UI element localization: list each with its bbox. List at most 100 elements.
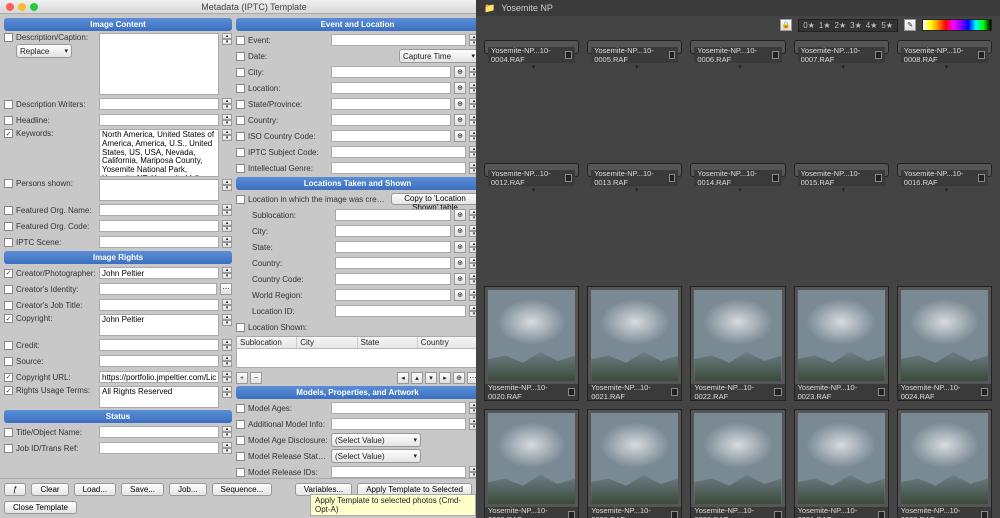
- copyright-url-input[interactable]: [99, 371, 219, 383]
- rating-filter[interactable]: 0★1★2★3★4★5★: [798, 19, 898, 32]
- country-input[interactable]: [331, 114, 451, 126]
- remove-row[interactable]: −: [250, 372, 262, 384]
- credit-input[interactable]: [99, 339, 219, 351]
- location-shown-table[interactable]: SublocationCityStateCountry: [236, 336, 476, 368]
- intellectual-genre-input[interactable]: [331, 162, 466, 174]
- add-row[interactable]: +: [236, 372, 248, 384]
- thumbnail-checkbox[interactable]: [774, 388, 781, 396]
- creators-job-title-input[interactable]: [99, 299, 219, 311]
- save-button[interactable]: Save...: [121, 483, 164, 496]
- thumbnail[interactable]: Yosemite-NP...10-0022.RAF: [690, 286, 785, 401]
- thumbnail-checkbox[interactable]: [669, 51, 676, 59]
- zoom-window[interactable]: [30, 3, 38, 11]
- job-id-input[interactable]: [99, 442, 219, 454]
- job-button[interactable]: Job...: [169, 483, 207, 496]
- sequence-button[interactable]: Sequence...: [212, 483, 273, 496]
- copy-to-location-shown-button[interactable]: Copy to 'Location Shown' table: [391, 193, 476, 205]
- event-input[interactable]: [331, 34, 466, 46]
- thumbnail-checkbox[interactable]: [568, 511, 575, 518]
- thumbnail[interactable]: Yosemite-NP...10-0016.RAF: [897, 163, 992, 177]
- iso-input[interactable]: [331, 130, 451, 142]
- replace-select[interactable]: Replace: [16, 44, 72, 58]
- model-release-status-select[interactable]: (Select Value): [331, 449, 421, 463]
- rights-usage-input[interactable]: [99, 386, 219, 408]
- lock-icon[interactable]: 🔒: [780, 19, 792, 31]
- thumbnail[interactable]: Yosemite-NP...10-0030.RAF: [690, 409, 785, 518]
- flash-button[interactable]: ƒ: [4, 483, 26, 496]
- thumbnail-checkbox[interactable]: [671, 388, 678, 396]
- description-input[interactable]: [99, 33, 219, 95]
- state-input[interactable]: [331, 98, 451, 110]
- thumbnail-checkbox[interactable]: [772, 174, 779, 182]
- world-region-input[interactable]: [335, 289, 451, 301]
- thumbnail[interactable]: Yosemite-NP...10-0007.RAF: [794, 40, 889, 54]
- city2-input[interactable]: [335, 225, 451, 237]
- city-input[interactable]: [331, 66, 451, 78]
- thumbnail[interactable]: Yosemite-NP...10-0032.RAF: [897, 409, 992, 518]
- country2-input[interactable]: [335, 257, 451, 269]
- country-code-input[interactable]: [335, 273, 451, 285]
- close-template-button[interactable]: Close Template: [4, 501, 77, 514]
- model-release-ids-input[interactable]: [331, 466, 466, 478]
- featured-org-name-input[interactable]: [99, 204, 219, 216]
- title-object-input[interactable]: [99, 426, 219, 438]
- creator-input[interactable]: [99, 267, 219, 279]
- thumbnail[interactable]: Yosemite-NP...10-0012.RAF: [484, 163, 579, 177]
- thumbnail-checkbox[interactable]: [878, 388, 885, 396]
- thumbnail-checkbox[interactable]: [981, 388, 988, 396]
- source-input[interactable]: [99, 355, 219, 367]
- thumbnail[interactable]: Yosemite-NP...10-0029.RAF: [587, 409, 682, 518]
- creators-identity-input[interactable]: [99, 283, 217, 295]
- featured-org-code-input[interactable]: [99, 220, 219, 232]
- thumbnail-checkbox[interactable]: [978, 174, 985, 182]
- subfield-button[interactable]: ⋯: [220, 283, 232, 295]
- description-checkbox[interactable]: [4, 33, 13, 42]
- step-down[interactable]: ▾: [222, 39, 232, 45]
- capture-time-select[interactable]: Capture Time: [399, 49, 476, 63]
- additional-model-input[interactable]: [331, 418, 466, 430]
- thumbnail-checkbox[interactable]: [669, 174, 676, 182]
- thumbnail[interactable]: Yosemite-NP...10-0006.RAF: [690, 40, 785, 54]
- thumbnail-checkbox[interactable]: [671, 511, 678, 518]
- checkbox[interactable]: [4, 100, 13, 109]
- iptc-subject-input[interactable]: [331, 146, 466, 158]
- thumbnail[interactable]: Yosemite-NP...10-0031.RAF: [794, 409, 889, 518]
- browser-tab[interactable]: Yosemite NP: [501, 3, 553, 13]
- thumbnail-checkbox[interactable]: [875, 51, 882, 59]
- clear-button[interactable]: Clear: [31, 483, 68, 496]
- thumbnail[interactable]: Yosemite-NP...10-0013.RAF: [587, 163, 682, 177]
- thumbnail-checkbox[interactable]: [878, 511, 885, 518]
- color-label-strip[interactable]: [922, 19, 992, 31]
- iptc-scene-input[interactable]: [99, 236, 219, 248]
- thumbnail-checkbox[interactable]: [774, 511, 781, 518]
- thumbnail[interactable]: Yosemite-NP...10-0023.RAF: [794, 286, 889, 401]
- keywords-input[interactable]: [99, 129, 219, 177]
- thumbnail[interactable]: Yosemite-NP...10-0008.RAF: [897, 40, 992, 54]
- thumbnail[interactable]: Yosemite-NP...10-0020.RAF: [484, 286, 579, 401]
- thumbnail-checkbox[interactable]: [978, 51, 985, 59]
- location-input[interactable]: [331, 82, 451, 94]
- thumbnail-checkbox[interactable]: [565, 174, 572, 182]
- headline-input[interactable]: [99, 114, 219, 126]
- thumbnail[interactable]: Yosemite-NP...10-0015.RAF: [794, 163, 889, 177]
- thumbnail-checkbox[interactable]: [565, 51, 572, 59]
- thumbnail[interactable]: Yosemite-NP...10-0014.RAF: [690, 163, 785, 177]
- checkbox[interactable]: [4, 116, 13, 125]
- close-window[interactable]: [6, 3, 14, 11]
- keywords-checkbox[interactable]: ✓: [4, 129, 13, 138]
- thumbnail-checkbox[interactable]: [772, 51, 779, 59]
- state2-input[interactable]: [335, 241, 451, 253]
- persons-shown-input[interactable]: [99, 179, 219, 201]
- thumbnail[interactable]: Yosemite-NP...10-0004.RAF: [484, 40, 579, 54]
- location-id-input[interactable]: [335, 305, 466, 317]
- thumbnail-checkbox[interactable]: [568, 388, 575, 396]
- sublocation-input[interactable]: [335, 209, 451, 221]
- thumbnail[interactable]: Yosemite-NP...10-0021.RAF: [587, 286, 682, 401]
- model-age-disclosure-select[interactable]: (Select Value): [331, 433, 421, 447]
- thumbnail[interactable]: Yosemite-NP...10-0028.RAF: [484, 409, 579, 518]
- thumbnail[interactable]: Yosemite-NP...10-0005.RAF: [587, 40, 682, 54]
- thumbnail-checkbox[interactable]: [981, 511, 988, 518]
- model-ages-input[interactable]: [331, 402, 466, 414]
- thumbnail[interactable]: Yosemite-NP...10-0024.RAF: [897, 286, 992, 401]
- load-button[interactable]: Load...: [74, 483, 116, 496]
